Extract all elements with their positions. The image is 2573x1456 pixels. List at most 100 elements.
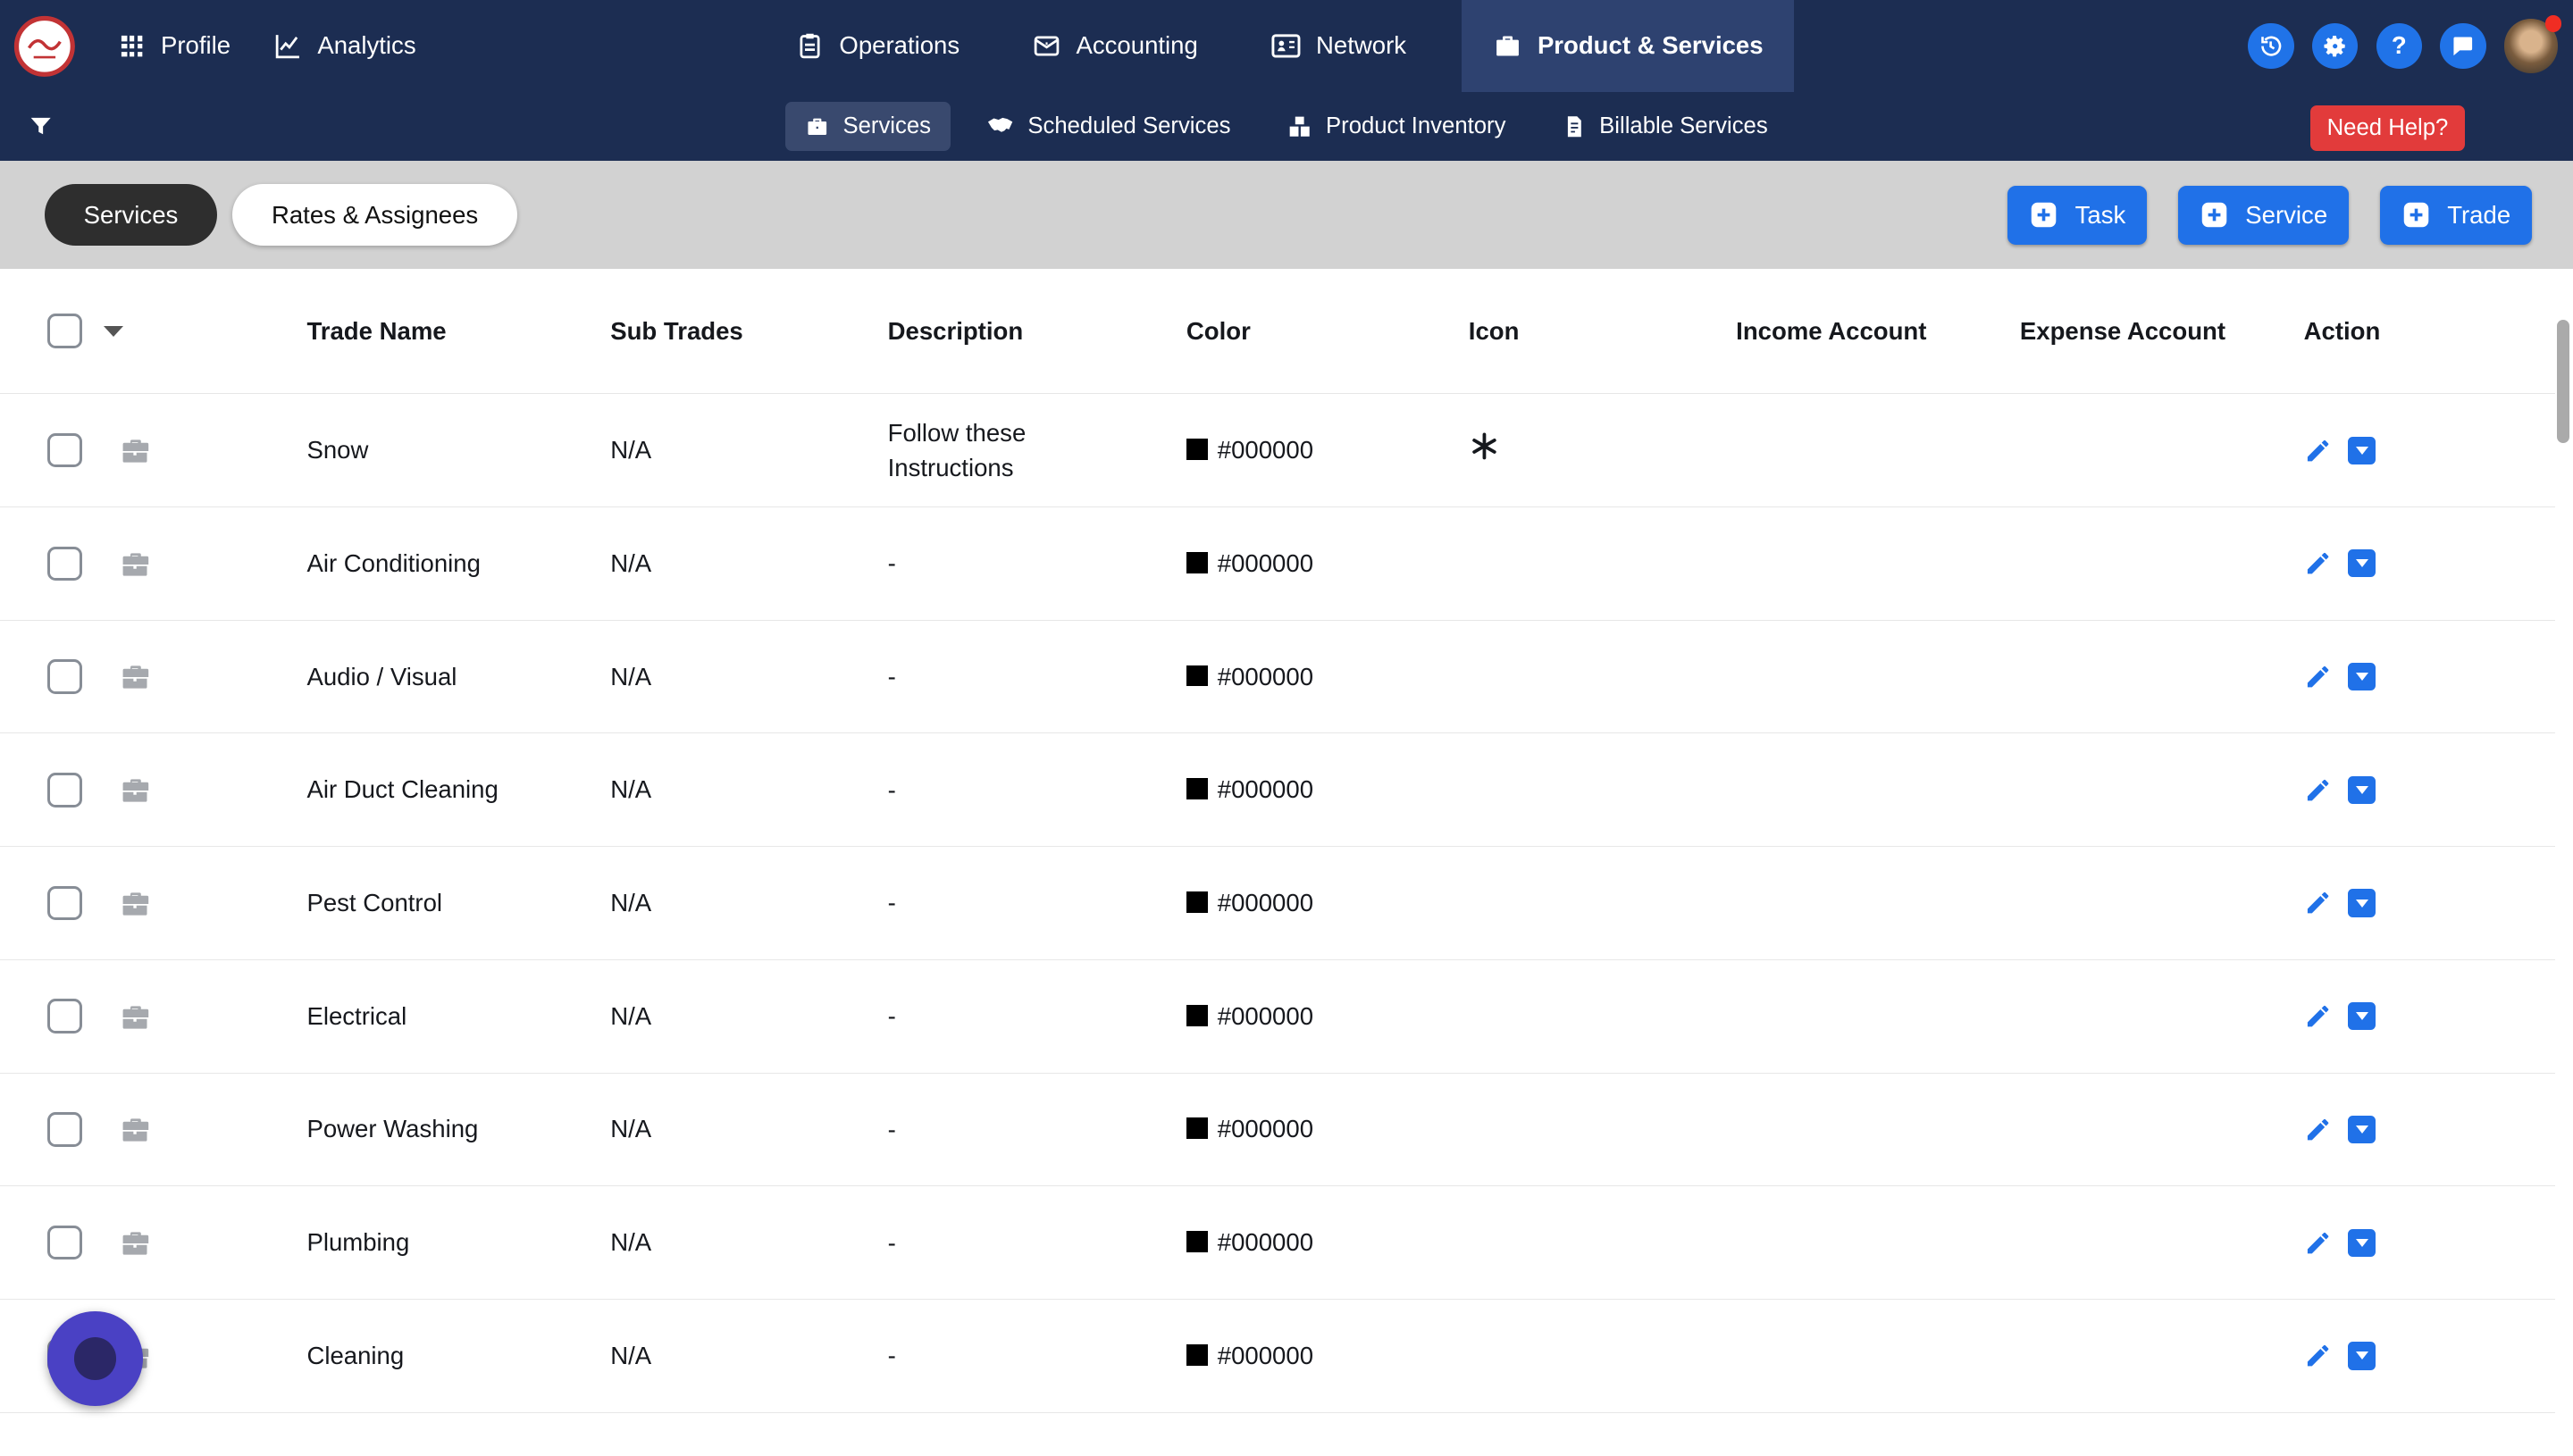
icon-cell [1469, 507, 1736, 621]
floating-action-button[interactable] [47, 1311, 143, 1407]
row-menu-button[interactable] [2348, 889, 2376, 916]
tab-billable-services[interactable]: Billable Services [1542, 102, 1788, 151]
filter-icon [28, 113, 54, 139]
nav-operations[interactable]: Operations [778, 0, 976, 92]
edit-button[interactable] [2304, 1002, 2332, 1030]
row-menu-button[interactable] [2348, 1002, 2376, 1030]
color-swatch [1186, 778, 1208, 799]
select-all-checkbox[interactable] [47, 314, 82, 348]
sub-nav: Services Scheduled Services Product Inve… [0, 92, 2573, 161]
nav-product-services[interactable]: Product & Services [1462, 0, 1794, 92]
table-row: Plumbing N/A - #000000 [0, 1186, 2555, 1300]
row-menu-button[interactable] [2348, 1229, 2376, 1257]
color-swatch [1186, 1117, 1208, 1139]
row-checkbox[interactable] [47, 547, 82, 582]
plus-square-icon [2401, 200, 2431, 230]
color-swatch [1186, 439, 1208, 460]
row-checkbox[interactable] [47, 659, 82, 694]
nav-analytics[interactable]: Analytics [273, 31, 416, 61]
color-cell: #000000 [1186, 1300, 1469, 1413]
row-checkbox[interactable] [47, 1112, 82, 1147]
briefcase-icon [115, 658, 155, 694]
nav-accounting[interactable]: Accounting [1016, 0, 1215, 92]
edit-button[interactable] [2304, 663, 2332, 690]
edit-button[interactable] [2304, 889, 2332, 916]
col-icon: Icon [1469, 269, 1736, 394]
user-avatar[interactable] [2504, 19, 2559, 73]
filter-button[interactable] [28, 113, 54, 139]
caret-down-icon [2356, 1351, 2368, 1360]
color-swatch [1186, 665, 1208, 687]
briefcase-icon [115, 772, 155, 807]
tab-scheduled-services-label: Scheduled Services [1027, 113, 1230, 139]
company-logo[interactable] [13, 15, 76, 78]
income-account-cell [1736, 620, 2020, 733]
edit-button[interactable] [2304, 1229, 2332, 1257]
table-row: Air Conditioning N/A - #000000 [0, 507, 2555, 621]
handshake-icon [986, 113, 1014, 140]
icon-cell [1469, 620, 1736, 733]
edit-button[interactable] [2304, 549, 2332, 577]
invoice-icon [1562, 114, 1587, 139]
row-menu-button[interactable] [2348, 663, 2376, 690]
nav-center-cluster: Operations Accounting Network Product & … [778, 0, 1794, 92]
action-cell [2304, 394, 2555, 507]
tab-services[interactable]: Services [785, 102, 951, 151]
nav-network-label: Network [1316, 31, 1406, 60]
edit-button[interactable] [2304, 437, 2332, 464]
vertical-scrollbar-thumb[interactable] [2557, 320, 2570, 443]
row-menu-button[interactable] [2348, 1116, 2376, 1143]
trade-name-cell: Air Duct Cleaning [306, 733, 610, 847]
nav-left-cluster: Profile Analytics [0, 0, 416, 92]
add-task-button[interactable]: Task [2007, 186, 2147, 245]
expense-account-cell [2020, 1073, 2304, 1186]
settings-button[interactable] [2312, 23, 2358, 69]
income-account-cell [1736, 733, 2020, 847]
nav-profile[interactable]: Profile [118, 31, 230, 60]
nav-network[interactable]: Network [1253, 0, 1422, 92]
segment-rates-assignees[interactable]: Rates & Assignees [232, 184, 517, 247]
icon-cell [1469, 1073, 1736, 1186]
caret-down-icon [2356, 1012, 2368, 1020]
chat-button[interactable] [2440, 23, 2485, 69]
row-checkbox[interactable] [47, 999, 82, 1033]
edit-button[interactable] [2304, 1116, 2332, 1143]
description-cell: - [888, 1300, 1186, 1413]
row-menu-button[interactable] [2348, 549, 2376, 577]
table-row: Electrical N/A - #000000 [0, 959, 2555, 1073]
select-menu-caret-icon[interactable] [104, 326, 123, 337]
add-trade-button[interactable]: Trade [2380, 186, 2532, 245]
tab-billable-services-label: Billable Services [1599, 113, 1768, 139]
color-swatch [1186, 1231, 1208, 1252]
caret-down-icon [2356, 1125, 2368, 1134]
help-button[interactable]: ? [2376, 23, 2422, 69]
row-checkbox[interactable] [47, 886, 82, 921]
segment-services[interactable]: Services [45, 184, 218, 247]
tab-scheduled-services[interactable]: Scheduled Services [967, 101, 1250, 152]
need-help-button[interactable]: Need Help? [2310, 105, 2464, 151]
subnav-tabs: Services Scheduled Services Product Inve… [785, 101, 1788, 152]
row-checkbox[interactable] [47, 773, 82, 807]
sub-trades-cell: N/A [610, 507, 887, 621]
col-sub-trades: Sub Trades [610, 269, 887, 394]
sub-trades-cell: N/A [610, 1300, 887, 1413]
action-cell [2304, 1186, 2555, 1300]
add-service-button[interactable]: Service [2178, 186, 2349, 245]
row-checkbox[interactable] [47, 1226, 82, 1260]
history-button[interactable] [2248, 23, 2293, 69]
row-menu-button[interactable] [2348, 1342, 2376, 1369]
action-cell [2304, 847, 2555, 960]
edit-button[interactable] [2304, 776, 2332, 804]
description-cell: - [888, 1186, 1186, 1300]
expense-account-cell [2020, 507, 2304, 621]
row-menu-button[interactable] [2348, 437, 2376, 464]
income-account-cell [1736, 394, 2020, 507]
edit-button[interactable] [2304, 1342, 2332, 1369]
tab-product-inventory[interactable]: Product Inventory [1267, 102, 1526, 151]
color-swatch [1186, 1344, 1208, 1366]
row-menu-button[interactable] [2348, 776, 2376, 804]
icon-cell [1469, 959, 1736, 1073]
row-checkbox[interactable] [47, 433, 82, 468]
description-cell: - [888, 959, 1186, 1073]
trade-name-cell: Snow [306, 394, 610, 507]
